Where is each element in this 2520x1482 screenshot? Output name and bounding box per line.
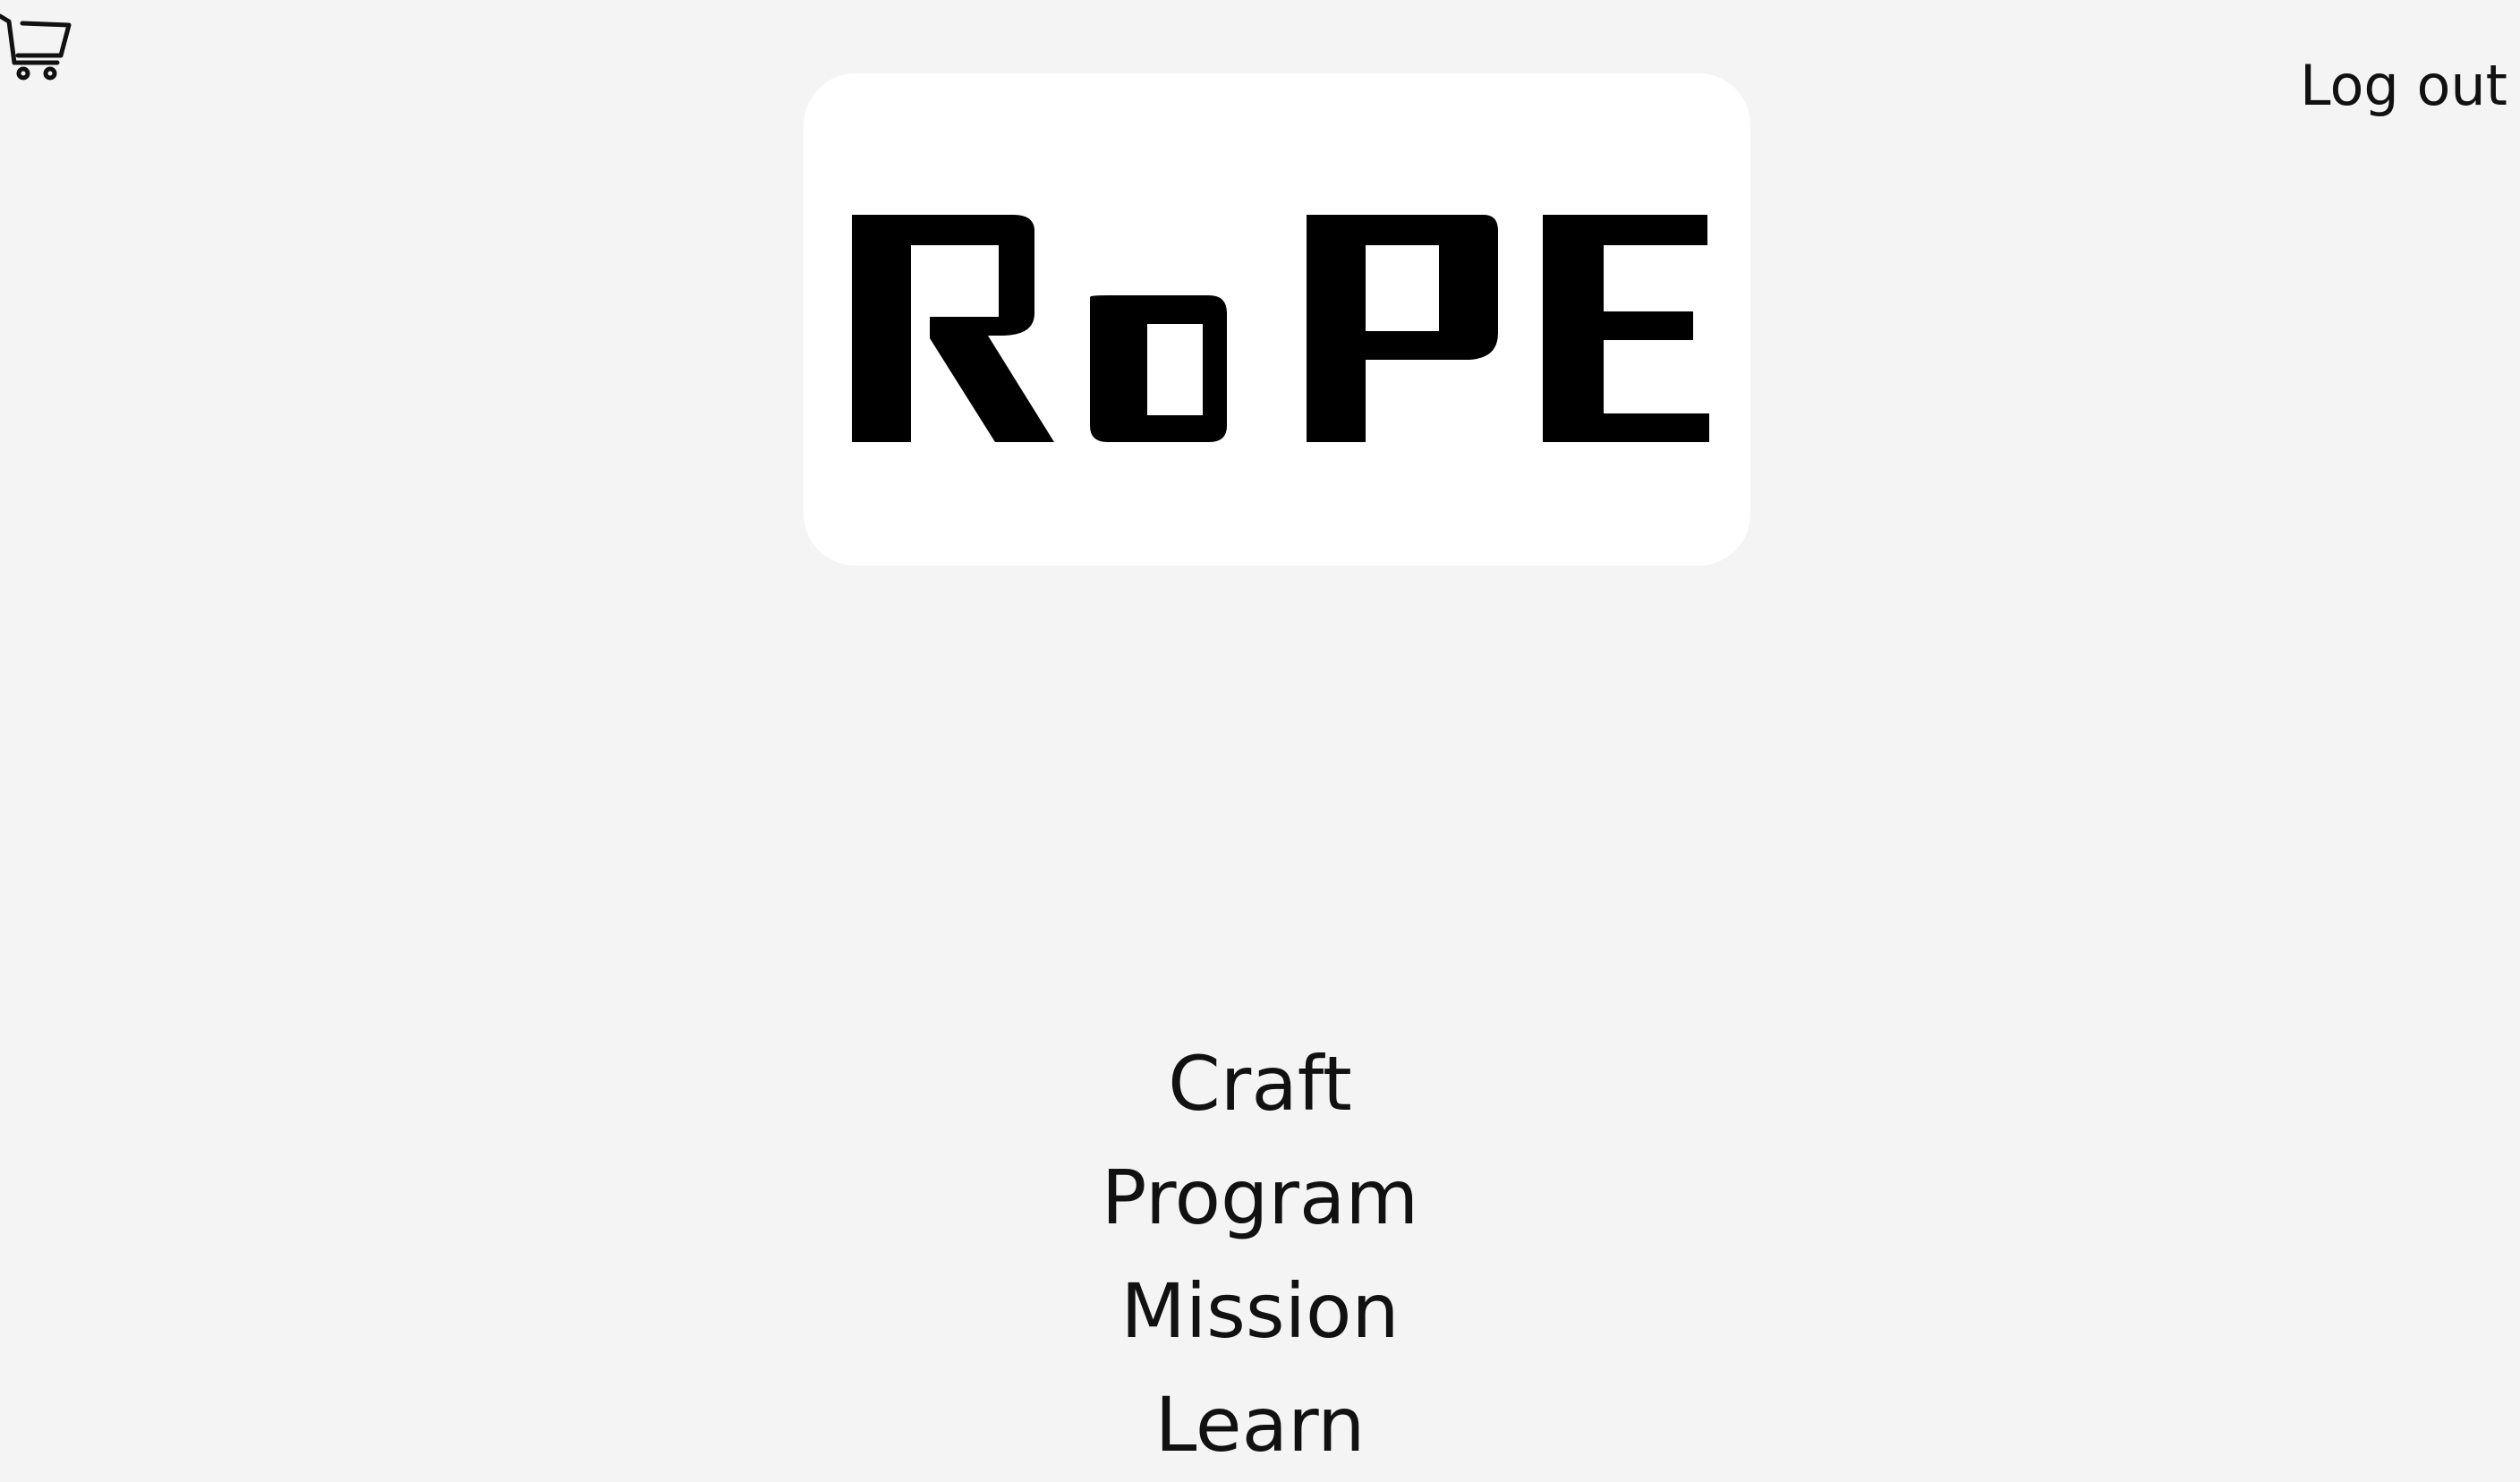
nav-item-learn[interactable]: Learn <box>0 1368 2520 1482</box>
logout-link[interactable]: Log out <box>2300 52 2507 120</box>
cart-button[interactable] <box>0 11 77 84</box>
nav-item-mission[interactable]: Mission <box>0 1255 2520 1368</box>
nav-item-craft[interactable]: Craft <box>0 1027 2520 1141</box>
main-nav: Craft Program Mission Learn <box>0 1027 2520 1482</box>
shopping-cart-icon <box>0 11 77 84</box>
rope-logo <box>804 73 1750 566</box>
nav-item-program[interactable]: Program <box>0 1141 2520 1255</box>
